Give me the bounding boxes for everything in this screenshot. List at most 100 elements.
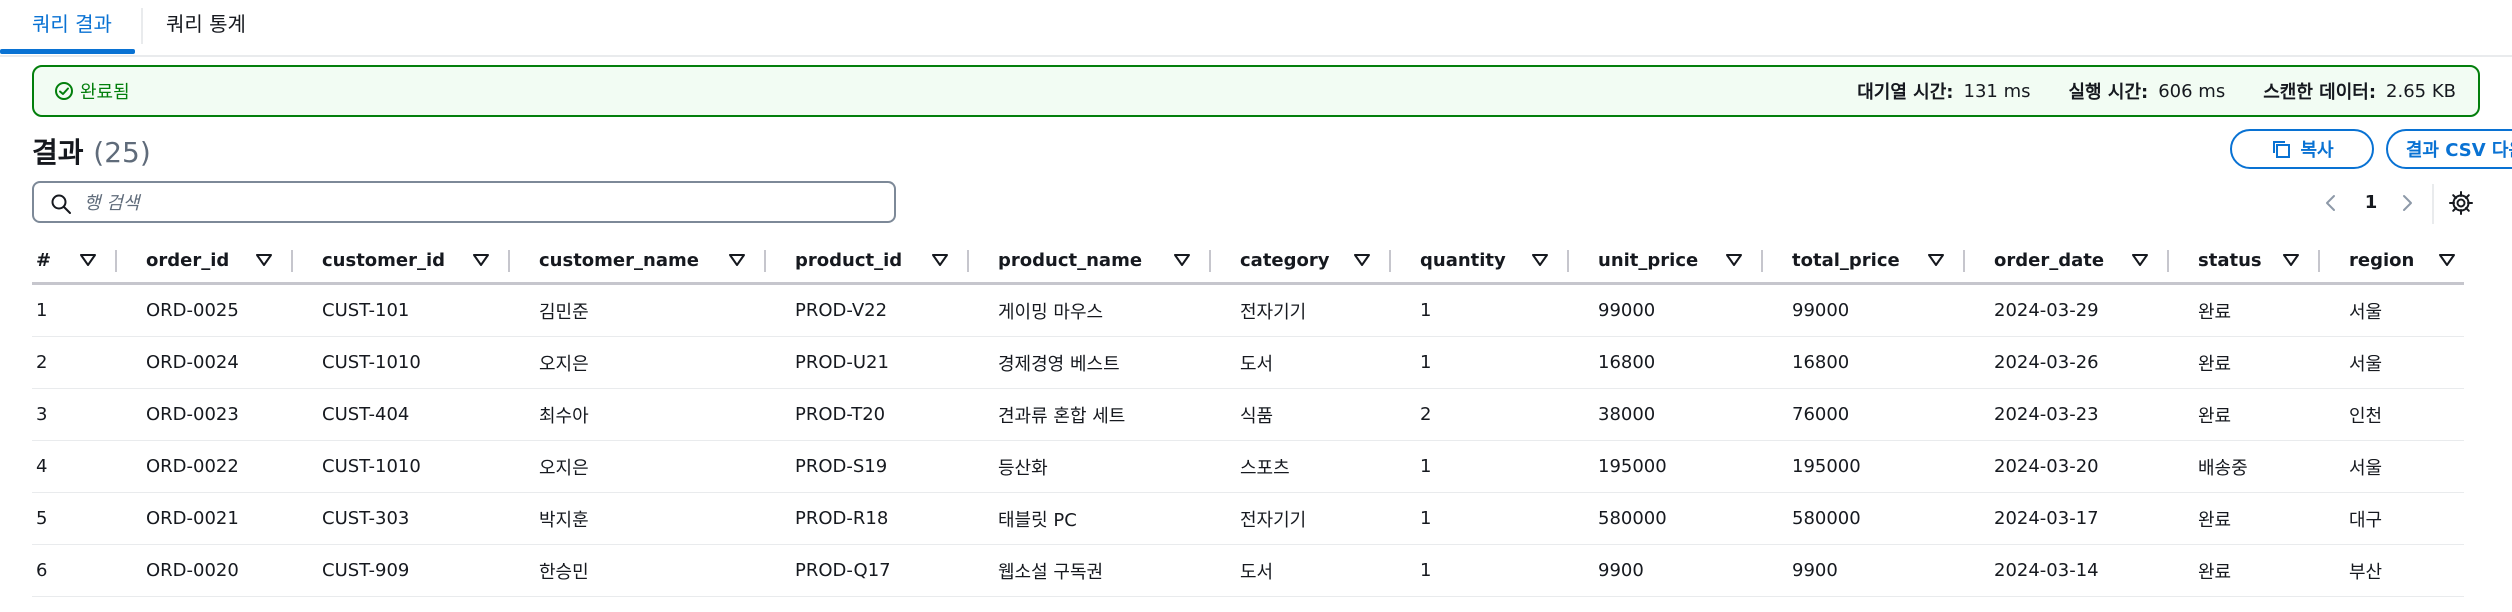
cell-value-quantity: 1 <box>1420 456 1432 477</box>
cell-value-index: 3 <box>36 404 48 425</box>
sort-down-icon[interactable] <box>2282 253 2300 267</box>
status-indicator: 완료됨 <box>54 79 130 103</box>
cell-value-product_id: PROD-Q17 <box>795 560 891 581</box>
table-cell: 식품 <box>1211 388 1391 441</box>
column-header[interactable]: # <box>32 238 117 285</box>
table-cell: ORD-0020 <box>117 544 293 597</box>
tab-query-results[interactable]: 쿼리 결과 <box>32 0 112 53</box>
column-header[interactable]: product_id <box>766 238 969 285</box>
sort-down-icon[interactable] <box>79 253 97 267</box>
table-cell: 완료 <box>2169 283 2320 337</box>
table-cell: 4 <box>32 440 117 493</box>
cell-value-unit_price: 99000 <box>1598 300 1656 321</box>
table-cell: ORD-0023 <box>117 388 293 441</box>
sort-down-icon[interactable] <box>1927 253 1945 267</box>
table-cell: PROD-Q17 <box>766 544 969 597</box>
cell-value-order_date: 2024-03-20 <box>1994 456 2099 477</box>
table-row[interactable]: 2 ORD-0024 CUST-1010 오지은 PROD-U21 경제경영 베스트 도서 1… <box>32 336 2464 389</box>
sort-down-icon[interactable] <box>1531 253 1549 267</box>
scanned-data-stat: 스캔한 데이터: 2.65 KB <box>2263 78 2456 104</box>
prev-page-icon[interactable] <box>2318 190 2344 216</box>
cell-value-product_name: 등산화 <box>998 457 1048 479</box>
table-cell: 완료 <box>2169 336 2320 389</box>
sort-down-icon[interactable] <box>2438 253 2456 267</box>
copy-button[interactable]: 복사 <box>2230 129 2374 169</box>
column-header[interactable]: order_date <box>1965 238 2169 285</box>
column-header[interactable]: customer_id <box>293 238 510 285</box>
table-cell: 2024-03-17 <box>1965 492 2169 545</box>
table-cell: 76000 <box>1763 388 1965 441</box>
column-header[interactable]: unit_price <box>1569 238 1763 285</box>
sort-down-icon[interactable] <box>728 253 746 267</box>
column-label: status <box>2198 249 2262 271</box>
success-check-icon <box>55 82 73 100</box>
sort-down-icon[interactable] <box>255 253 273 267</box>
column-header[interactable]: region <box>2320 238 2464 285</box>
sort-down-icon[interactable] <box>1725 253 1743 267</box>
cell-value-region: 서울 <box>2349 457 2383 479</box>
table-cell: 2024-03-26 <box>1965 336 2169 389</box>
cell-value-order_id: ORD-0023 <box>146 404 239 425</box>
tab-bar: 쿼리 결과 쿼리 통계 <box>0 0 2512 57</box>
table-cell: 인천 <box>2320 388 2464 441</box>
sort-down-icon[interactable] <box>1353 253 1371 267</box>
next-page-icon[interactable] <box>2394 190 2420 216</box>
cell-value-total_price: 580000 <box>1792 508 1861 529</box>
cell-value-index: 2 <box>36 352 48 373</box>
cell-value-product_id: PROD-S19 <box>795 456 888 477</box>
column-header[interactable]: quantity <box>1391 238 1569 285</box>
tab-query-stats[interactable]: 쿼리 통계 <box>166 0 246 53</box>
cell-value-quantity: 1 <box>1420 508 1432 529</box>
queue-time-label: 대기열 시간: <box>1857 82 1954 103</box>
table-cell: 16800 <box>1569 336 1763 389</box>
cell-value-region: 부산 <box>2349 561 2383 583</box>
cell-value-order_date: 2024-03-14 <box>1994 560 2099 581</box>
table-cell: 전자기기 <box>1211 492 1391 545</box>
table-cell: 도서 <box>1211 336 1391 389</box>
download-csv-button[interactable]: 결과 CSV 다운로드 <box>2386 129 2512 169</box>
cell-value-order_id: ORD-0021 <box>146 508 239 529</box>
table-row[interactable]: 5 ORD-0021 CUST-303 박지훈 PROD-R18 태블릿 PC 전자기기 1 5… <box>32 492 2464 545</box>
column-label: customer_name <box>539 249 699 271</box>
run-time-label: 실행 시간: <box>2068 82 2149 103</box>
cell-value-customer_name: 한승민 <box>539 561 589 583</box>
table-row[interactable]: 3 ORD-0023 CUST-404 최수아 PROD-T20 견과류 혼합 세트 식품 2… <box>32 388 2464 441</box>
cell-value-total_price: 9900 <box>1792 560 1838 581</box>
column-header[interactable]: order_id <box>117 238 293 285</box>
column-header[interactable]: product_name <box>969 238 1211 285</box>
cell-value-product_name: 웹소설 구독권 <box>998 561 1104 583</box>
table-cell: PROD-U21 <box>766 336 969 389</box>
sort-down-icon[interactable] <box>2131 253 2149 267</box>
cell-value-category: 도서 <box>1240 353 1274 375</box>
row-search-input[interactable] <box>82 189 866 217</box>
table-cell: 2024-03-20 <box>1965 440 2169 493</box>
column-header[interactable]: total_price <box>1763 238 1965 285</box>
table-cell: 서울 <box>2320 336 2464 389</box>
cell-value-order_date: 2024-03-23 <box>1994 404 2099 425</box>
gear-icon[interactable] <box>2448 190 2474 216</box>
table-cell: 게이밍 마우스 <box>969 283 1211 337</box>
table-cell: 김민준 <box>510 283 766 337</box>
cell-value-customer_id: CUST-909 <box>322 560 410 581</box>
cell-value-quantity: 1 <box>1420 560 1432 581</box>
table-row[interactable]: 4 ORD-0022 CUST-1010 오지은 PROD-S19 등산화 스포츠 1 1950… <box>32 440 2464 493</box>
results-table: # order_id customer_id customer_name pro… <box>32 238 2464 597</box>
column-header[interactable]: category <box>1211 238 1391 285</box>
sort-down-icon[interactable] <box>472 253 490 267</box>
table-cell: 9900 <box>1763 544 1965 597</box>
table-cell: 580000 <box>1763 492 1965 545</box>
table-cell: 배송중 <box>2169 440 2320 493</box>
sort-down-icon[interactable] <box>931 253 949 267</box>
cell-value-region: 서울 <box>2349 301 2383 323</box>
current-page-number[interactable]: 1 <box>2362 190 2380 216</box>
table-row[interactable]: 1 ORD-0025 CUST-101 김민준 PROD-V22 게이밍 마우스 전자기기 1… <box>32 283 2464 337</box>
column-header[interactable]: customer_name <box>510 238 766 285</box>
column-label: product_id <box>795 249 903 271</box>
sort-down-icon[interactable] <box>1173 253 1191 267</box>
table-row[interactable]: 6 ORD-0020 CUST-909 한승민 PROD-Q17 웹소설 구독권 도서 1 99… <box>32 544 2464 597</box>
table-cell: 1 <box>1391 544 1569 597</box>
column-label: unit_price <box>1598 249 1699 271</box>
run-time-value: 606 ms <box>2158 80 2226 102</box>
column-header[interactable]: status <box>2169 238 2320 285</box>
cell-value-product_id: PROD-U21 <box>795 352 889 373</box>
